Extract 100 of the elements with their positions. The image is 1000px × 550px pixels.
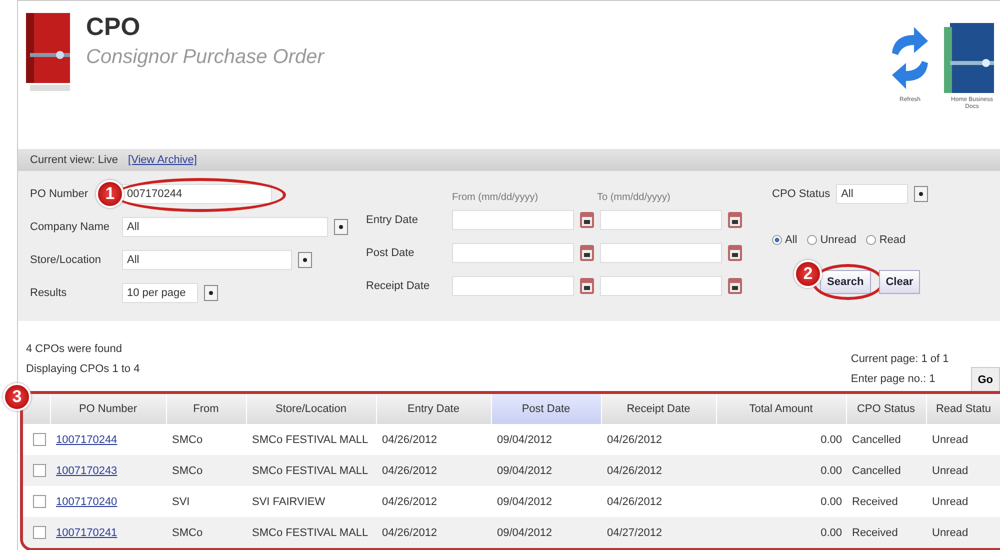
- calendar-icon[interactable]: [580, 212, 594, 228]
- result-count: 4 CPOs were found: [26, 343, 123, 355]
- table-cell: SVI FAIRVIEW: [246, 486, 376, 517]
- dropdown-button[interactable]: [204, 284, 218, 300]
- callout-marker: 2: [794, 260, 822, 288]
- page-info: Current page: 1 of 1: [850, 353, 949, 365]
- calendar-icon[interactable]: [580, 278, 594, 294]
- status-select[interactable]: All: [836, 184, 908, 204]
- caret-icon: [338, 224, 344, 230]
- column-header[interactable]: From: [166, 394, 246, 424]
- column-header[interactable]: Total Amount: [716, 394, 846, 424]
- date-field[interactable]: [452, 276, 574, 296]
- table-cell: 09/04/2012: [491, 486, 601, 517]
- field-label: Receipt Date: [366, 280, 431, 292]
- row-checkbox[interactable]: [32, 495, 46, 508]
- table-cell: 04/26/2012: [601, 455, 716, 486]
- display-range: Displaying CPOs 1 to 4: [26, 363, 140, 375]
- table-cell: SMCo FESTIVAL MALL: [246, 424, 376, 455]
- table-cell: Cancelled: [846, 455, 926, 486]
- table-cell: 09/04/2012: [491, 455, 601, 486]
- calendar-icon[interactable]: [728, 244, 742, 260]
- results-select[interactable]: 10 per page: [122, 282, 198, 302]
- table-cell: Unread: [926, 486, 1000, 517]
- column-header[interactable]: Post Date: [491, 394, 601, 424]
- table-cell: 09/04/2012: [491, 517, 601, 548]
- table-cell: 0.00: [716, 517, 846, 548]
- table-cell: Cancelled: [846, 424, 926, 455]
- table-cell: Received: [846, 486, 926, 517]
- field-label: CPO Status: [772, 188, 830, 200]
- table-cell: 04/26/2012: [601, 486, 716, 517]
- date-field[interactable]: [600, 210, 722, 230]
- table-cell: 04/26/2012: [376, 517, 491, 548]
- field-label: Results: [30, 286, 68, 298]
- table-cell: Unread: [926, 455, 1000, 486]
- calendar-icon[interactable]: [728, 212, 742, 228]
- column-header[interactable]: CPO Status: [846, 394, 926, 424]
- field-label: Store/Location: [30, 254, 102, 266]
- radio-button[interactable]: [772, 235, 782, 245]
- table-cell: SMCo: [166, 517, 246, 548]
- page-title: CPO: [86, 13, 142, 42]
- calendar-icon[interactable]: [728, 278, 742, 294]
- view-label: Current view: Live: [30, 154, 118, 166]
- po-link[interactable]: 1007170240: [56, 496, 118, 508]
- date-field[interactable]: [600, 276, 722, 296]
- table-cell: 04/27/2012: [601, 517, 716, 548]
- page-input-label: Enter page no.: 1: [850, 373, 936, 385]
- column-hint: To (mm/dd/yyyy): [597, 192, 672, 203]
- radio-label: Unread: [820, 234, 856, 246]
- caret-icon: [918, 190, 924, 196]
- column-hint: From (mm/dd/yyyy): [452, 192, 540, 203]
- table-cell: 0.00: [716, 424, 846, 455]
- column-header[interactable]: PO Number: [50, 394, 166, 424]
- column-header[interactable]: Store/Location: [246, 394, 376, 424]
- date-field[interactable]: [452, 210, 574, 230]
- table-cell: 04/26/2012: [376, 455, 491, 486]
- radio-button[interactable]: [807, 235, 818, 245]
- radio-label: Read: [879, 234, 906, 246]
- caret-icon: [302, 256, 308, 262]
- clear-button[interactable]: Clear: [878, 270, 920, 294]
- callout-marker: 1: [96, 180, 124, 208]
- page-subtitle: Consignor Purchase Order: [86, 46, 326, 69]
- table-cell: 09/04/2012: [491, 424, 601, 455]
- go-button[interactable]: Go: [970, 367, 1000, 393]
- radio-button[interactable]: [866, 235, 876, 245]
- po-link[interactable]: 1007170244: [56, 434, 118, 446]
- column-header[interactable]: Entry Date: [376, 394, 491, 424]
- calendar-icon[interactable]: [580, 244, 594, 260]
- table-cell: SMCo: [166, 424, 246, 455]
- table-cell: SMCo FESTIVAL MALL: [246, 455, 376, 486]
- search-button[interactable]: Search: [820, 270, 871, 294]
- column-header[interactable]: Receipt Date: [601, 394, 716, 424]
- dropdown-button[interactable]: [914, 186, 928, 202]
- field-label: PO Number: [30, 188, 90, 200]
- date-field[interactable]: [600, 242, 722, 262]
- archive-link[interactable]: [View Archive]: [128, 154, 197, 166]
- po-number-field[interactable]: 007170244: [122, 184, 272, 204]
- store-select[interactable]: All: [122, 250, 292, 270]
- row-checkbox[interactable]: [32, 433, 46, 446]
- row-checkbox[interactable]: [32, 526, 46, 539]
- table-cell: Received: [846, 517, 926, 548]
- table-cell: Unread: [926, 424, 1000, 455]
- table-cell: SMCo: [166, 455, 246, 486]
- radio-label: All: [785, 234, 798, 246]
- table-cell: SVI: [166, 486, 246, 517]
- table-cell: SMCo FESTIVAL MALL: [246, 517, 376, 548]
- dropdown-button[interactable]: [298, 252, 312, 268]
- field-label: Entry Date: [366, 214, 419, 226]
- field-label: Company Name: [30, 220, 110, 232]
- field-label: Post Date: [366, 246, 416, 258]
- company-select[interactable]: All: [122, 216, 328, 236]
- row-checkbox[interactable]: [32, 464, 46, 477]
- table-cell: 04/26/2012: [376, 486, 491, 517]
- table-cell: 0.00: [716, 455, 846, 486]
- date-field[interactable]: [452, 242, 574, 262]
- caret-icon: [208, 290, 214, 296]
- callout-marker: 3: [3, 383, 31, 411]
- column-header[interactable]: Read Statu: [926, 394, 1000, 424]
- table-cell: 04/26/2012: [376, 424, 491, 455]
- table-cell: 04/26/2012: [601, 424, 716, 455]
- dropdown-button[interactable]: [334, 218, 348, 234]
